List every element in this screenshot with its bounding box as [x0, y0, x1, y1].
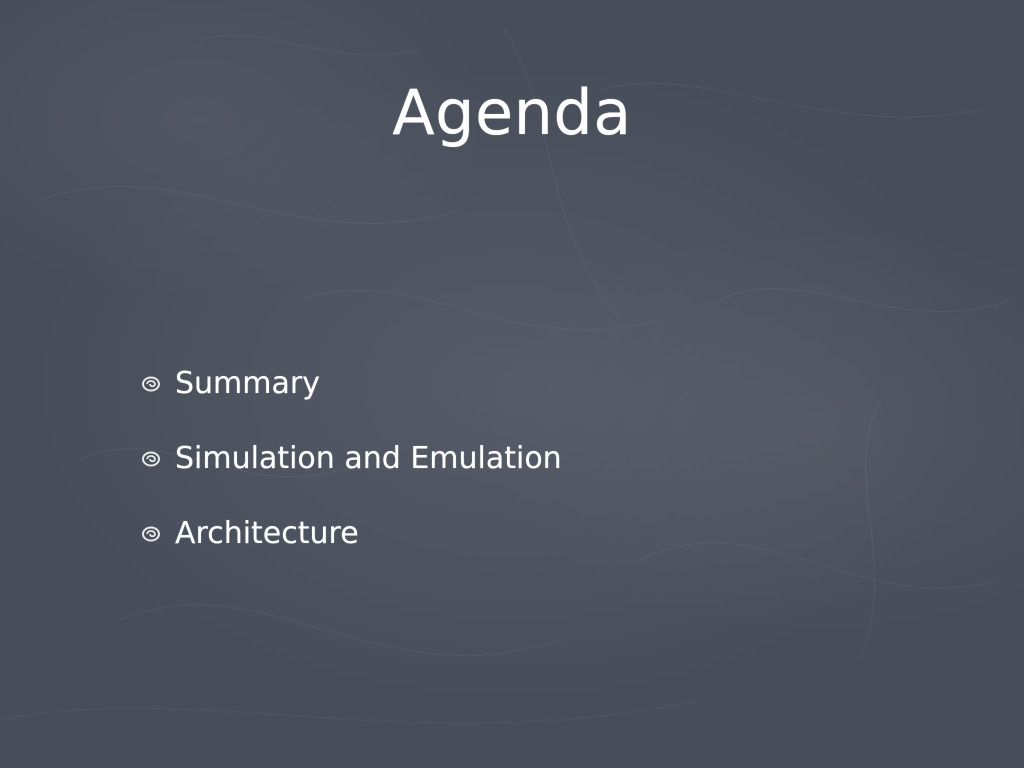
- chalk-swirl-icon: [142, 376, 160, 392]
- bullet-list: Summary Simulation and Emulation Archite…: [140, 362, 562, 587]
- list-item: Summary: [140, 362, 562, 404]
- slide-title: Agenda: [392, 76, 632, 149]
- bullet-label: Architecture: [175, 515, 359, 551]
- chalk-swirl-icon: [142, 526, 160, 542]
- list-item: Simulation and Emulation: [140, 437, 562, 479]
- slide: Agenda Summary Simulation and Emulation …: [0, 0, 1024, 768]
- chalk-swirl-icon: [142, 451, 160, 467]
- list-item: Architecture: [140, 512, 562, 554]
- bullet-label: Summary: [175, 365, 320, 401]
- bullet-label: Simulation and Emulation: [175, 440, 562, 476]
